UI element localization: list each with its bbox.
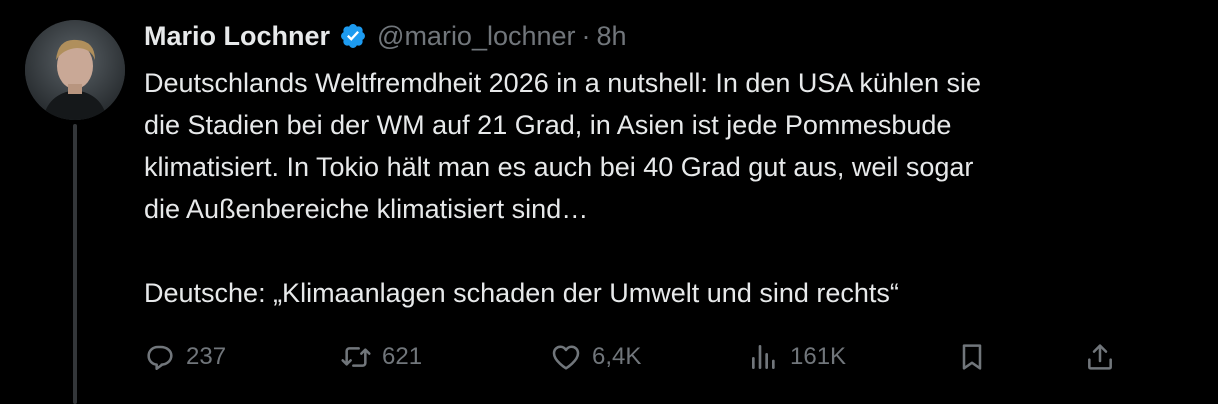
tweet-line: klimatisiert. In Tokio hält man es auch … xyxy=(144,152,974,182)
action-bar: 237 621 6,4K 161K xyxy=(144,337,1134,377)
tweet-line: die Stadien bei der WM auf 21 Grad, in A… xyxy=(144,110,952,140)
timestamp[interactable]: 8h xyxy=(597,21,627,52)
tweet: Mario Lochner @mario_lochner · 8h Deutsc… xyxy=(0,0,1218,404)
tweet-text: Deutschlands Weltfremdheit 2026 in a nut… xyxy=(144,62,1184,314)
avatar-photo xyxy=(25,20,125,120)
verified-badge-icon[interactable] xyxy=(339,22,367,50)
display-name[interactable]: Mario Lochner xyxy=(144,21,330,52)
tweet-line: Deutschlands Weltfremdheit 2026 in a nut… xyxy=(144,68,981,98)
reply-count: 237 xyxy=(186,343,227,370)
like-count: 6,4K xyxy=(592,343,642,370)
tweet-line: die Außenbereiche klimatisiert sind… xyxy=(144,194,589,224)
views-count: 161K xyxy=(790,343,847,370)
avatar[interactable] xyxy=(25,20,125,120)
views-button[interactable]: 161K xyxy=(748,337,846,377)
share-icon xyxy=(1088,344,1112,370)
heart-icon xyxy=(552,345,580,370)
tweet-header: Mario Lochner @mario_lochner · 8h xyxy=(144,16,627,56)
bookmark-icon xyxy=(962,344,982,370)
share-button[interactable] xyxy=(1084,337,1116,377)
views-icon xyxy=(752,345,775,369)
repost-icon xyxy=(341,347,371,367)
repost-count: 621 xyxy=(382,343,423,370)
reply-icon xyxy=(147,345,173,370)
tweet-line: Deutsche: „Klimaanlagen schaden der Umwe… xyxy=(144,278,899,308)
repost-button[interactable]: 621 xyxy=(340,337,422,377)
handle[interactable]: @mario_lochner xyxy=(377,21,576,52)
reply-button[interactable]: 237 xyxy=(144,337,226,377)
separator: · xyxy=(581,20,591,51)
bookmark-button[interactable] xyxy=(956,337,988,377)
thread-line xyxy=(73,124,77,404)
like-button[interactable]: 6,4K xyxy=(550,337,641,377)
